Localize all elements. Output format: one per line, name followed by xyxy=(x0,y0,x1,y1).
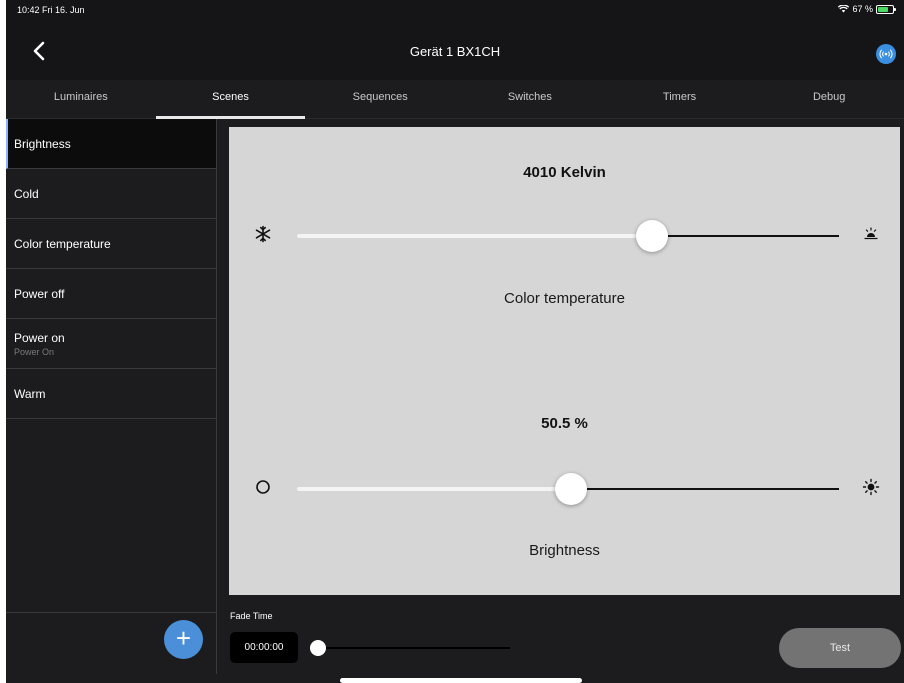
slider-track xyxy=(318,647,510,649)
add-scene-button[interactable]: + xyxy=(164,620,203,659)
scene-label: Power off xyxy=(14,286,65,301)
fade-time-input[interactable]: 00:00:00 xyxy=(230,632,298,663)
slider-track-filled xyxy=(297,487,571,491)
sidebar-bottom-divider xyxy=(6,612,216,613)
sidebar-divider xyxy=(216,119,217,674)
broadcast-icon xyxy=(879,49,893,59)
snowflake-icon xyxy=(253,225,273,245)
status-time: 10:42 Fri 16. Jun xyxy=(17,5,85,15)
nav-bar: Gerät 1 BX1CH xyxy=(6,24,904,80)
home-indicator xyxy=(340,678,582,683)
tab-timers[interactable]: Timers xyxy=(605,80,755,118)
tab-sequences[interactable]: Sequences xyxy=(305,80,455,118)
tab-luminaires[interactable]: Luminaires xyxy=(6,80,156,118)
fade-time-slider[interactable] xyxy=(310,638,510,658)
slider-track-filled xyxy=(297,234,652,238)
broadcast-button[interactable] xyxy=(876,44,896,64)
battery-icon xyxy=(876,4,896,14)
scene-item-warm[interactable]: Warm xyxy=(6,369,216,419)
scene-label: Warm xyxy=(14,386,46,401)
color-temperature-value: 4010 Kelvin xyxy=(523,164,606,181)
scene-item-power-on[interactable]: Power on Power On xyxy=(6,319,216,369)
ipad-screen: 10:42 Fri 16. Jun 67 % Gerät 1 BX1CH Lum… xyxy=(6,0,904,683)
scene-list: Brightness Cold Color temperature Power … xyxy=(6,119,216,609)
tab-debug[interactable]: Debug xyxy=(754,80,904,118)
battery-percent: 67 % xyxy=(852,4,873,14)
slider-thumb[interactable] xyxy=(310,640,326,656)
scene-item-power-off[interactable]: Power off xyxy=(6,269,216,319)
sun-icon xyxy=(861,478,881,498)
slider-track xyxy=(570,488,839,490)
scene-item-brightness[interactable]: Brightness xyxy=(6,119,216,169)
fade-time-label: Fade Time xyxy=(230,611,273,621)
tab-bar: Luminaires Scenes Sequences Switches Tim… xyxy=(6,80,904,119)
slider-track xyxy=(652,235,839,237)
slider-thumb[interactable] xyxy=(636,220,668,252)
brightness-slider[interactable] xyxy=(297,473,839,505)
tab-scenes[interactable]: Scenes xyxy=(155,80,306,119)
brightness-value: 50.5 % xyxy=(541,415,588,432)
scene-label: Color temperature xyxy=(14,236,111,251)
scene-item-color-temperature[interactable]: Color temperature xyxy=(6,219,216,269)
color-temperature-label: Color temperature xyxy=(504,290,625,307)
wifi-icon xyxy=(838,5,850,13)
scene-settings-panel: 4010 Kelvin Color temperature 50.5 % Bri… xyxy=(229,127,900,595)
scene-label: Brightness xyxy=(14,136,71,151)
status-indicators: 67 % xyxy=(838,4,896,14)
status-bar: 10:42 Fri 16. Jun 67 % xyxy=(6,0,904,24)
scene-label: Cold xyxy=(14,186,39,201)
sun-horizon-icon xyxy=(861,225,881,245)
circle-outline-icon xyxy=(253,479,273,499)
scene-item-cold[interactable]: Cold xyxy=(6,169,216,219)
slider-thumb[interactable] xyxy=(554,473,587,505)
brightness-label: Brightness xyxy=(529,542,600,559)
scene-label: Power on xyxy=(14,330,65,345)
test-button[interactable]: Test xyxy=(779,628,901,668)
scene-sublabel: Power On xyxy=(14,346,55,357)
tab-switches[interactable]: Switches xyxy=(455,80,605,118)
color-temperature-slider[interactable] xyxy=(297,220,839,252)
page-title: Gerät 1 BX1CH xyxy=(409,44,501,59)
